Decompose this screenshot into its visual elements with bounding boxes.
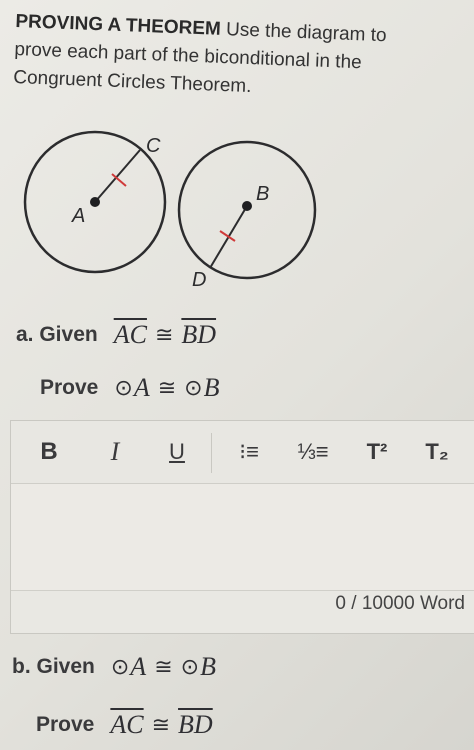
superscript-button[interactable]: T² <box>361 437 393 467</box>
part-a-given-statement: AC ≅ BD <box>114 320 216 350</box>
label-a: A <box>71 205 85 227</box>
instructions-title: PROVING A THEOREM <box>15 10 222 40</box>
part-b-given-label: b. Given <box>12 655 95 678</box>
part-a-given: a. Given AC ≅ BD <box>16 320 216 350</box>
subscript-button[interactable]: T₂ <box>421 437 453 467</box>
congruent-symbol: ≅ <box>154 322 174 347</box>
bullet-list-button[interactable]: ⁝≡ <box>233 437 265 467</box>
editor-toolbar: B I U ⁝≡ ⅓≡ T² T₂ <box>11 421 474 484</box>
circle-b-name: B <box>200 652 216 681</box>
segment-bd: BD <box>178 710 213 739</box>
congruent-symbol: ≅ <box>157 375 177 400</box>
circle-symbol-icon: ⊙ <box>110 654 130 679</box>
congruent-symbol: ≅ <box>154 654 173 679</box>
center-point-a <box>90 197 100 207</box>
part-a-given-label: a. Given <box>16 323 98 346</box>
circle-a-name: A <box>133 373 150 402</box>
part-b-given: b. Given ⊙ A ≅ ⊙ B <box>12 652 216 682</box>
segment-ac: AC <box>113 320 147 349</box>
part-b-prove: Prove AC ≅ BD <box>36 710 213 740</box>
circle-b-name: B <box>203 373 220 402</box>
circle-a-name: A <box>130 652 147 681</box>
congruent-symbol: ≅ <box>151 712 171 737</box>
center-point-b <box>242 201 252 211</box>
part-b-prove-label: Prove <box>36 713 95 736</box>
numbered-list-button[interactable]: ⅓≡ <box>297 437 329 467</box>
segment-bd: BD <box>181 320 217 349</box>
segment-ac: AC <box>110 710 144 739</box>
label-d: D <box>192 269 206 291</box>
italic-button[interactable]: I <box>103 437 127 467</box>
part-a-prove: Prove ⊙ A ≅ ⊙ B <box>40 373 219 403</box>
radius-ac <box>94 149 141 203</box>
label-c: C <box>146 135 161 157</box>
answer-text-area[interactable] <box>11 484 474 590</box>
answer-editor: B I U ⁝≡ ⅓≡ T² T₂ 0 / 10000 Word <box>10 420 474 634</box>
circle-symbol-icon: ⊙ <box>114 375 133 400</box>
part-b-prove-statement: AC ≅ BD <box>110 710 212 740</box>
part-b-given-statement: ⊙ A ≅ ⊙ B <box>111 652 216 682</box>
bold-button[interactable]: B <box>37 437 61 467</box>
circle-symbol-icon: ⊙ <box>184 375 203 400</box>
label-b: B <box>256 183 269 205</box>
toolbar-separator <box>211 433 212 473</box>
word-count: 0 / 10000 Word <box>335 593 465 614</box>
instructions: PROVING A THEOREM Use the diagram to pro… <box>13 8 436 108</box>
word-count-divider <box>11 590 474 591</box>
part-a-prove-label: Prove <box>40 376 99 399</box>
part-a-prove-statement: ⊙ A ≅ ⊙ B <box>114 373 219 403</box>
congruent-circles-diagram: A C B D <box>23 130 317 291</box>
underline-button[interactable]: U <box>165 437 189 467</box>
circle-symbol-icon: ⊙ <box>180 654 200 679</box>
